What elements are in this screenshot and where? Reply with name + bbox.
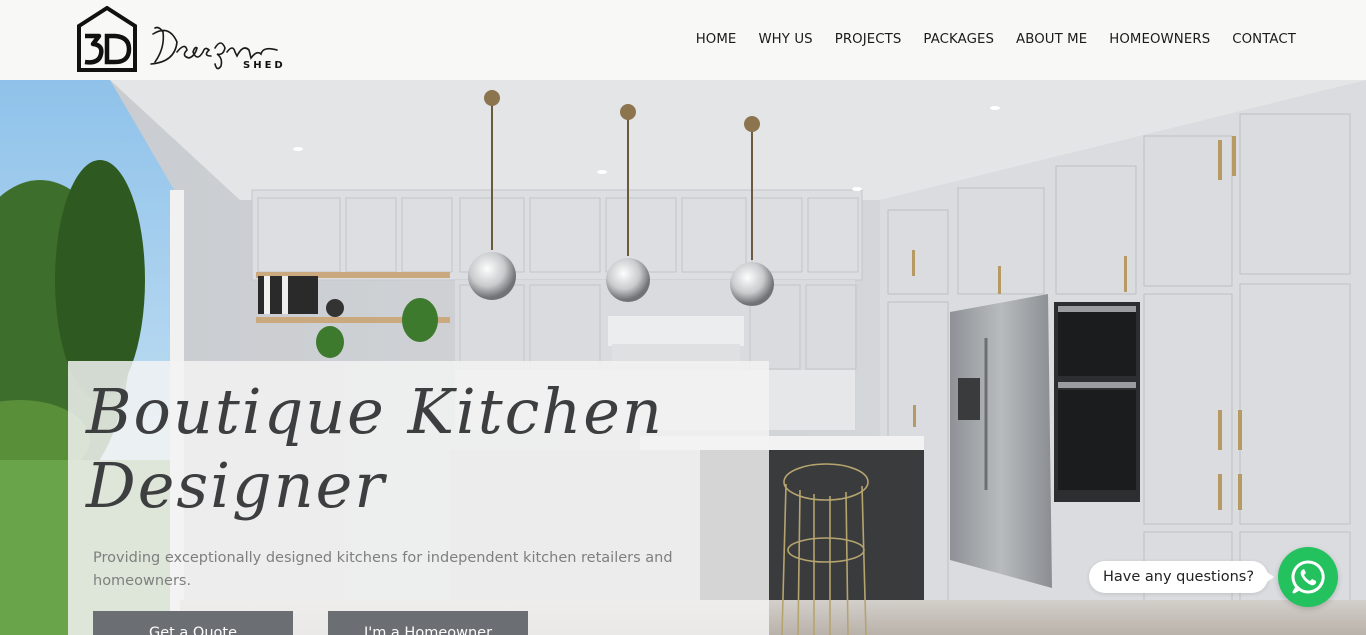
hero-content-panel: Boutique Kitchen Designer Providing exce… bbox=[68, 361, 769, 635]
hero-section: Boutique Kitchen Designer Providing exce… bbox=[0, 80, 1366, 635]
chat-prompt-bubble[interactable]: Have any questions? bbox=[1089, 561, 1275, 593]
nav-why-us[interactable]: WHY US bbox=[758, 30, 812, 50]
nav-homeowners[interactable]: HOMEOWNERS bbox=[1109, 30, 1210, 50]
nav-contact[interactable]: CONTACT bbox=[1232, 30, 1296, 50]
site-header: SHED HOME WHY US PROJECTS PACKAGES ABOUT… bbox=[0, 0, 1366, 80]
nav-home[interactable]: HOME bbox=[696, 30, 737, 50]
hero-headline: Boutique Kitchen Designer bbox=[86, 375, 664, 522]
nav-packages[interactable]: PACKAGES bbox=[923, 30, 994, 50]
nav-projects[interactable]: PROJECTS bbox=[835, 30, 902, 50]
svg-text:SHED: SHED bbox=[243, 60, 286, 71]
main-nav: HOME WHY US PROJECTS PACKAGES ABOUT ME H… bbox=[696, 30, 1296, 50]
homeowner-button[interactable]: I'm a Homeowner bbox=[328, 611, 528, 635]
hero-subtitle: Providing exceptionally designed kitchen… bbox=[93, 550, 673, 589]
whatsapp-chat-button[interactable] bbox=[1278, 547, 1338, 607]
nav-about-me[interactable]: ABOUT ME bbox=[1016, 30, 1087, 50]
get-a-quote-button[interactable]: Get a Quote bbox=[93, 611, 293, 635]
whatsapp-icon bbox=[1291, 560, 1325, 594]
design-shed-logo[interactable]: SHED bbox=[77, 6, 287, 74]
